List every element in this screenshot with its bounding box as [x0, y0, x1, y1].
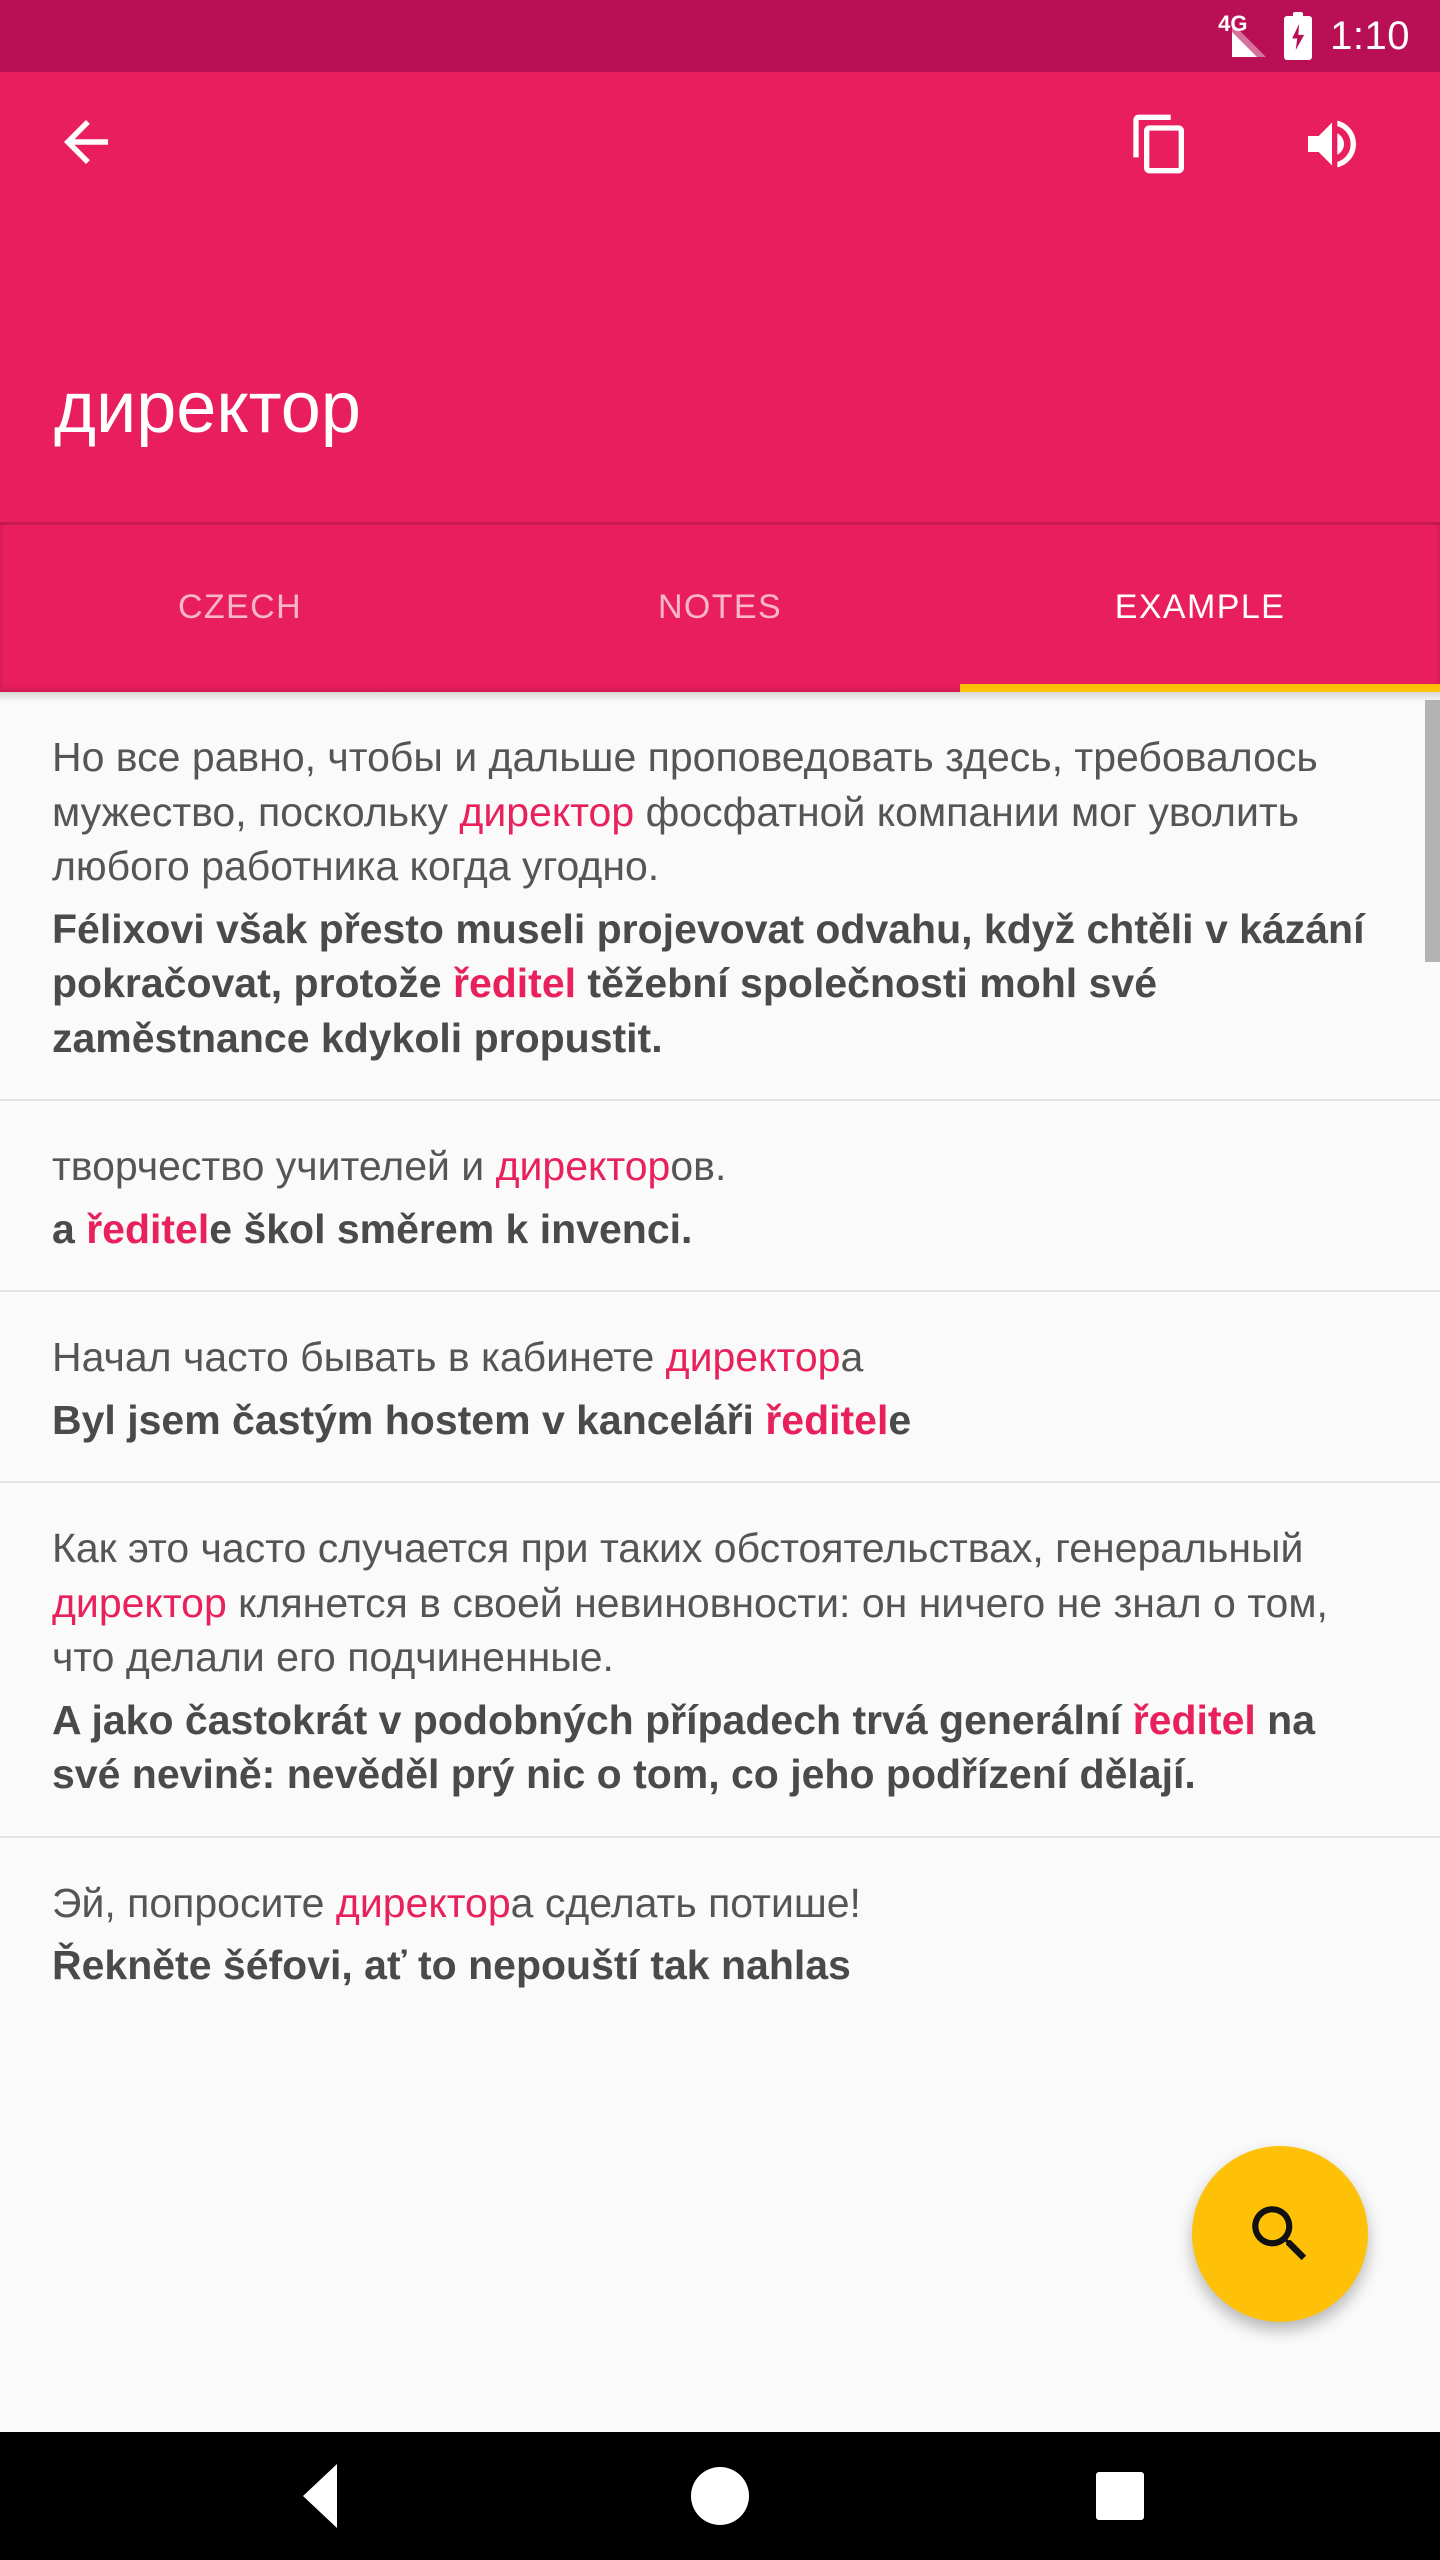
tab-active-indicator [960, 684, 1440, 692]
example-entry[interactable]: творчество учителей и директоров. a ředit… [0, 1101, 1440, 1293]
nav-back-triangle-icon [303, 2464, 337, 2528]
battery-charging-icon [1284, 12, 1313, 60]
app-bar-actions [0, 72, 1440, 212]
highlighted-term: директор [459, 788, 635, 835]
signal-icon: 4G [1218, 11, 1267, 57]
highlighted-term: директор [665, 1334, 841, 1381]
text-segment: а сделать потише! [510, 1879, 861, 1926]
highlighted-term: директор [335, 1879, 511, 1926]
back-arrow-icon [64, 120, 108, 164]
copy-icon [1133, 114, 1184, 174]
nav-recents-button[interactable] [1050, 2432, 1190, 2560]
text-segment: Как это часто случается при таких обстоя… [52, 1525, 1304, 1572]
network-type-label: 4G [1218, 11, 1248, 36]
tab-notes-label: NOTES [657, 587, 783, 626]
tab-bar: CZECH NOTES EXAMPLE [0, 522, 1440, 692]
russian-sentence: Но все равно, чтобы и дальше проповедова… [52, 730, 1392, 894]
text-segment: e [888, 1396, 912, 1443]
text-segment: а [840, 1334, 864, 1381]
example-entry[interactable]: Эй, попросите директора сделать потише! Ř… [0, 1838, 1440, 2027]
text-segment: a [52, 1205, 87, 1252]
text-segment: творчество учителей и [52, 1143, 496, 1190]
russian-sentence: Как это часто случается при таких обстоя… [52, 1521, 1392, 1685]
tab-notes[interactable]: NOTES [480, 522, 960, 692]
highlighted-term: ředitel [86, 1205, 210, 1252]
search-icon [1252, 2206, 1307, 2261]
text-segment: Byl jsem častým hostem v kanceláři [52, 1396, 766, 1443]
tab-czech[interactable]: CZECH [0, 522, 480, 692]
text-segment: Řekněte šéfovi, ať to nepouští tak nahla… [52, 1942, 851, 1989]
scrollbar-thumb[interactable] [1425, 700, 1440, 962]
highlighted-term: директор [52, 1579, 227, 1626]
czech-sentence: Řekněte šéfovi, ať to nepouští tak nahla… [52, 1938, 1392, 1993]
example-entry[interactable]: Но все равно, чтобы и дальше проповедова… [0, 692, 1440, 1102]
nav-back-button[interactable] [250, 2432, 390, 2560]
highlighted-term: директор [495, 1143, 671, 1190]
czech-sentence: a ředitele škol směrem k invenci. [52, 1202, 1392, 1257]
app-root: 4G 1:10 директор CZECH NOTES EXAMPLE Но … [0, 0, 1440, 2560]
status-bar: 4G 1:10 [0, 0, 1440, 72]
highlighted-term: ředitel [452, 960, 577, 1007]
nav-home-circle-icon [691, 2467, 749, 2525]
text-segment: ов. [670, 1143, 727, 1190]
back-button[interactable] [50, 106, 122, 178]
text-segment: Начал часто бывать в кабинете [52, 1334, 666, 1381]
tab-czech-label: CZECH [177, 587, 303, 626]
russian-sentence: творчество учителей и директоров. [52, 1139, 1392, 1194]
tab-example-label: EXAMPLE [1114, 587, 1286, 626]
tab-example[interactable]: EXAMPLE [960, 522, 1440, 692]
czech-sentence: Félixovi však přesto museli projevovat o… [52, 902, 1392, 1066]
page-title: директор [54, 368, 361, 448]
example-entry[interactable]: Как это часто случается при таких обстоя… [0, 1483, 1440, 1838]
copy-button[interactable] [1118, 102, 1202, 186]
example-entry[interactable]: Начал часто бывать в кабинете директора B… [0, 1292, 1440, 1484]
nav-recents-square-icon [1096, 2472, 1144, 2520]
nav-home-button[interactable] [650, 2432, 790, 2560]
clock-label: 1:10 [1330, 13, 1410, 58]
russian-sentence: Эй, попросите директора сделать потише! [52, 1876, 1392, 1931]
text-segment: A jako častokrát v podobných případech t… [52, 1696, 1133, 1743]
pronounce-button[interactable] [1290, 102, 1374, 186]
search-fab-button[interactable] [1192, 2146, 1368, 2322]
highlighted-term: ředitel [1132, 1696, 1256, 1743]
android-navigation-bar [0, 2432, 1440, 2560]
text-segment: Эй, попросите [52, 1879, 336, 1926]
app-bar: директор [0, 72, 1440, 576]
highlighted-term: ředitel [765, 1396, 889, 1443]
czech-sentence: A jako častokrát v podobných případech t… [52, 1693, 1392, 1802]
volume-up-icon [1308, 120, 1356, 168]
russian-sentence: Начал часто бывать в кабинете директора [52, 1330, 1392, 1385]
czech-sentence: Byl jsem častým hostem v kanceláři ředit… [52, 1393, 1392, 1448]
text-segment: e škol směrem k invenci. [209, 1205, 693, 1252]
text-segment: клянется в своей невиновности: он ничего… [52, 1579, 1328, 1681]
